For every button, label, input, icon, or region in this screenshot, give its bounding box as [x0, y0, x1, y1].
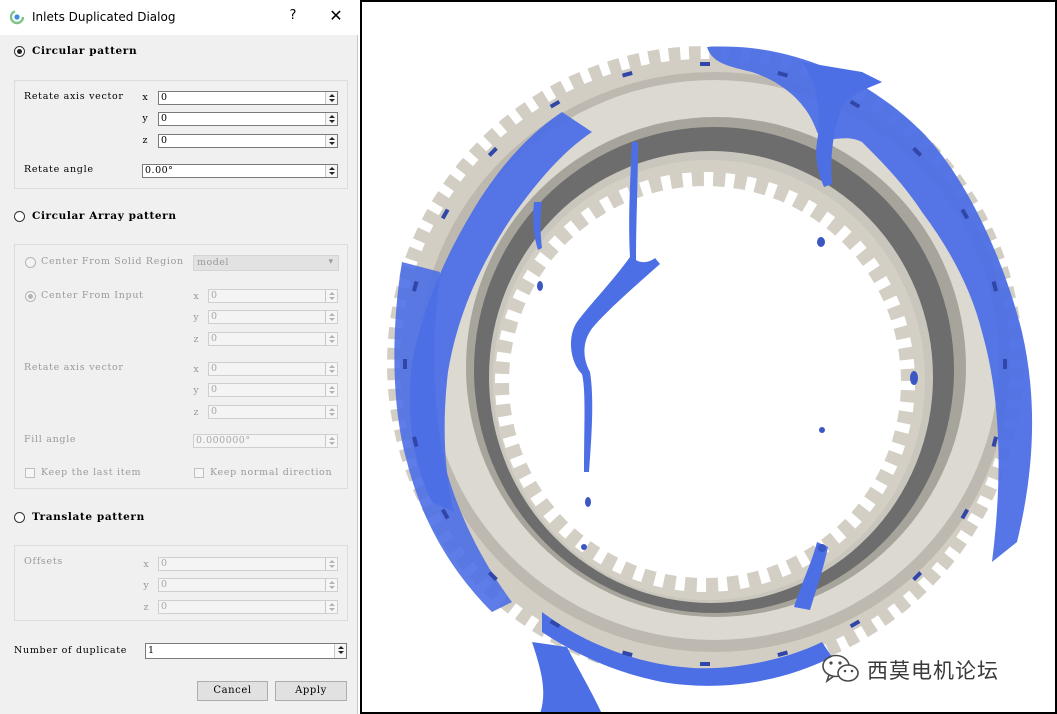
spin-arrows-icon	[325, 384, 337, 396]
chevron-down-icon: ▾	[328, 257, 333, 267]
number-of-duplicate-spinbox[interactable]: 1	[145, 643, 347, 659]
axis-x-label: x	[193, 291, 199, 302]
spin-arrows-icon	[325, 406, 337, 418]
title-bar: Inlets Duplicated Dialog ? ✕	[0, 0, 358, 35]
watermark-text: 西莫电机论坛	[867, 659, 999, 683]
center-z-spinbox[interactable]: 0	[208, 332, 338, 346]
circular-array-group: Center From Solid Region model ▾ Center F…	[14, 244, 348, 489]
offset-z-spinbox[interactable]: 0	[158, 600, 338, 614]
fill-angle-label: Fill angle	[24, 434, 77, 445]
spin-arrows-icon	[325, 311, 337, 323]
spin-arrows-icon	[325, 558, 337, 570]
keep-normal-direction-label: Keep normal direction	[210, 467, 333, 478]
rotate-axis-x-spinbox[interactable]: 0	[158, 91, 338, 105]
swirl-app-icon	[9, 9, 25, 25]
array-axis-x-spinbox[interactable]: 0	[208, 362, 338, 376]
circular-pattern-group: Retate axis vector x y z 0 0 0 Retate an…	[14, 80, 348, 189]
motor-ring-model	[383, 42, 1033, 712]
circular-pattern-label: Circular pattern	[32, 45, 138, 57]
rotate-angle-label: Retate angle	[24, 164, 94, 175]
center-y-spinbox[interactable]: 0	[208, 310, 338, 324]
axis-z-label: z	[142, 135, 148, 146]
center-from-input-label: Center From Input	[41, 290, 144, 301]
rotate-axis-y-spinbox[interactable]: 0	[158, 112, 338, 126]
keep-last-item-checkbox[interactable]	[25, 468, 35, 478]
axis-x-label: x	[193, 364, 199, 375]
solid-region-select[interactable]: model ▾	[193, 255, 339, 271]
offset-x-spinbox[interactable]: 0	[158, 557, 338, 571]
ring-bore	[509, 186, 901, 578]
spin-arrows-icon	[325, 579, 337, 591]
3d-viewport[interactable]: 西莫电机论坛	[360, 0, 1057, 714]
axis-z-label: z	[193, 334, 199, 345]
apply-button[interactable]: Apply	[275, 681, 347, 701]
help-button[interactable]: ?	[286, 8, 300, 23]
axis-y-label: y	[193, 312, 199, 323]
translate-pattern-label: Translate pattern	[32, 511, 145, 523]
axis-z-label: z	[193, 407, 199, 418]
center-from-input-radio[interactable]	[25, 291, 36, 302]
center-x-spinbox[interactable]: 0	[208, 289, 338, 303]
center-from-solid-radio[interactable]	[25, 257, 36, 268]
keep-last-item-label: Keep the last item	[41, 467, 142, 478]
number-of-duplicate-label: Number of duplicate	[14, 645, 128, 656]
axis-x-label: x	[143, 559, 149, 570]
spin-arrows-icon	[325, 363, 337, 375]
circular-pattern-radio[interactable]	[14, 46, 25, 57]
rotate-axis-z-spinbox[interactable]: 0	[158, 134, 338, 148]
axis-y-label: y	[143, 580, 149, 591]
axis-y-label: y	[193, 385, 199, 396]
circular-array-radio[interactable]	[14, 211, 25, 222]
spin-arrows-icon[interactable]	[325, 92, 337, 104]
array-axis-label: Retate axis vector	[24, 362, 124, 373]
wechat-icon	[822, 654, 859, 684]
translate-group: Offsets x y z 0 0 0	[14, 545, 348, 621]
spin-arrows-icon	[325, 601, 337, 613]
spin-arrows-icon[interactable]	[325, 113, 337, 125]
axis-y-label: y	[142, 113, 148, 124]
spin-arrows-icon	[325, 435, 337, 447]
fill-angle-spinbox[interactable]: 0.000000°	[193, 434, 338, 448]
array-axis-z-spinbox[interactable]: 0	[208, 405, 338, 419]
window-title: Inlets Duplicated Dialog	[32, 10, 176, 24]
offsets-label: Offsets	[24, 556, 63, 567]
spin-arrows-icon[interactable]	[325, 165, 337, 177]
spin-arrows-icon[interactable]	[334, 644, 346, 658]
close-button[interactable]: ✕	[326, 6, 346, 25]
cancel-button[interactable]: Cancel	[197, 681, 268, 701]
rotate-axis-label: Retate axis vector	[24, 91, 124, 102]
watermark: 西莫电机论坛	[821, 652, 1033, 686]
inlets-duplicated-dialog: Inlets Duplicated Dialog ? ✕ Circular pa…	[0, 0, 358, 714]
rotate-angle-spinbox[interactable]: 0.00°	[142, 164, 338, 178]
spin-arrows-icon[interactable]	[325, 135, 337, 147]
axis-z-label: z	[143, 602, 149, 613]
axis-x-label: x	[142, 92, 148, 103]
translate-pattern-radio[interactable]	[14, 512, 25, 523]
spin-arrows-icon	[325, 290, 337, 302]
spin-arrows-icon	[325, 333, 337, 345]
array-axis-y-spinbox[interactable]: 0	[208, 383, 338, 397]
keep-normal-direction-checkbox[interactable]	[194, 468, 204, 478]
circular-array-label: Circular Array pattern	[32, 210, 177, 222]
offset-y-spinbox[interactable]: 0	[158, 578, 338, 592]
center-from-solid-label: Center From Solid Region	[41, 256, 184, 267]
